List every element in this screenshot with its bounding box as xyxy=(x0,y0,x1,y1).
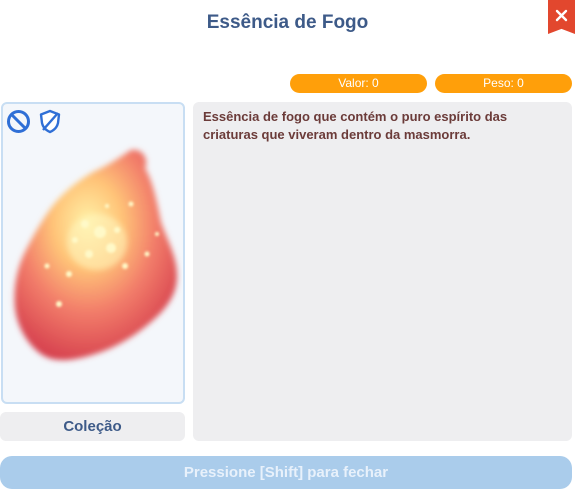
no-drop-icon xyxy=(7,110,30,133)
close-icon xyxy=(555,9,568,22)
fire-essence-icon xyxy=(14,149,178,361)
collection-button[interactable]: Coleção xyxy=(0,412,185,441)
item-image-panel xyxy=(1,102,185,404)
value-badge: Valor: 0 xyxy=(290,74,427,93)
weight-badge: Peso: 0 xyxy=(435,74,572,93)
no-trade-icon xyxy=(39,109,61,134)
close-button[interactable] xyxy=(548,0,575,34)
item-description: Essência de fogo que contém o puro espír… xyxy=(203,109,508,142)
window-title: Essência de Fogo xyxy=(206,12,369,33)
description-panel: Essência de fogo que contém o puro espír… xyxy=(193,102,572,441)
shift-close-hint-button[interactable]: Pressione [Shift] para fechar xyxy=(0,456,572,489)
